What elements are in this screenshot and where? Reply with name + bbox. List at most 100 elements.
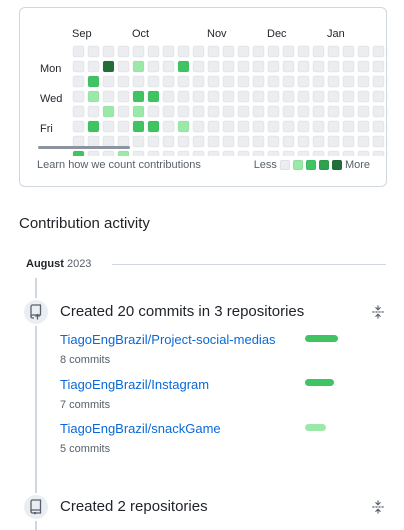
contribution-day-cell[interactable] xyxy=(147,105,160,118)
contribution-day-cell[interactable] xyxy=(102,75,115,88)
contribution-day-cell[interactable] xyxy=(117,60,130,73)
contribution-day-cell[interactable] xyxy=(237,120,250,133)
contribution-day-cell[interactable] xyxy=(342,150,355,156)
contribution-day-cell[interactable] xyxy=(117,150,130,156)
contribution-day-cell[interactable] xyxy=(297,75,310,88)
contribution-day-cell[interactable] xyxy=(282,75,295,88)
contribution-day-cell[interactable] xyxy=(192,120,205,133)
repo-link[interactable]: TiagoEngBrazil/Project-social-medias xyxy=(60,332,276,347)
contribution-day-cell[interactable] xyxy=(102,105,115,118)
contribution-day-cell[interactable] xyxy=(72,45,85,58)
contribution-day-cell[interactable] xyxy=(357,45,370,58)
contribution-day-cell[interactable] xyxy=(327,45,340,58)
contribution-day-cell[interactable] xyxy=(237,105,250,118)
contribution-day-cell[interactable] xyxy=(327,105,340,118)
contribution-day-cell[interactable] xyxy=(177,135,190,148)
contribution-day-cell[interactable] xyxy=(162,135,175,148)
contribution-day-cell[interactable] xyxy=(177,105,190,118)
contribution-day-cell[interactable] xyxy=(297,60,310,73)
contribution-day-cell[interactable] xyxy=(267,105,280,118)
contribution-day-cell[interactable] xyxy=(297,120,310,133)
contribution-day-cell[interactable] xyxy=(237,75,250,88)
contribution-day-cell[interactable] xyxy=(342,105,355,118)
contribution-day-cell[interactable] xyxy=(117,120,130,133)
repo-link[interactable]: TiagoEngBrazil/snackGame xyxy=(60,421,221,436)
contribution-day-cell[interactable] xyxy=(357,150,370,156)
contribution-day-cell[interactable] xyxy=(222,45,235,58)
contribution-day-cell[interactable] xyxy=(372,150,385,156)
contribution-day-cell[interactable] xyxy=(342,45,355,58)
contribution-day-cell[interactable] xyxy=(252,135,265,148)
contribution-day-cell[interactable] xyxy=(222,90,235,103)
contribution-day-cell[interactable] xyxy=(312,60,325,73)
contribution-day-cell[interactable] xyxy=(297,45,310,58)
contribution-day-cell[interactable] xyxy=(282,150,295,156)
contribution-day-cell[interactable] xyxy=(192,75,205,88)
contribution-day-cell[interactable] xyxy=(357,135,370,148)
learn-contributions-link[interactable]: Learn how we count contributions xyxy=(37,159,201,171)
contribution-day-cell[interactable] xyxy=(117,90,130,103)
contribution-day-cell[interactable] xyxy=(252,90,265,103)
contribution-day-cell[interactable] xyxy=(147,90,160,103)
contribution-day-cell[interactable] xyxy=(282,90,295,103)
contribution-day-cell[interactable] xyxy=(72,120,85,133)
contribution-day-cell[interactable] xyxy=(357,105,370,118)
contribution-day-cell[interactable] xyxy=(162,45,175,58)
contribution-day-cell[interactable] xyxy=(297,150,310,156)
contribution-day-cell[interactable] xyxy=(372,45,385,58)
graph-scrollbar[interactable] xyxy=(38,146,130,149)
contribution-day-cell[interactable] xyxy=(147,60,160,73)
contribution-day-cell[interactable] xyxy=(147,150,160,156)
contribution-day-cell[interactable] xyxy=(132,150,145,156)
contribution-day-cell[interactable] xyxy=(207,60,220,73)
contribution-day-cell[interactable] xyxy=(357,120,370,133)
contribution-day-cell[interactable] xyxy=(102,60,115,73)
contribution-day-cell[interactable] xyxy=(132,45,145,58)
contribution-day-cell[interactable] xyxy=(132,120,145,133)
contribution-day-cell[interactable] xyxy=(327,135,340,148)
contribution-day-cell[interactable] xyxy=(312,135,325,148)
contribution-day-cell[interactable] xyxy=(177,60,190,73)
contribution-day-cell[interactable] xyxy=(177,75,190,88)
contribution-day-cell[interactable] xyxy=(207,120,220,133)
contribution-day-cell[interactable] xyxy=(267,120,280,133)
contribution-day-cell[interactable] xyxy=(372,75,385,88)
contribution-day-cell[interactable] xyxy=(132,75,145,88)
contribution-day-cell[interactable] xyxy=(192,105,205,118)
contribution-day-cell[interactable] xyxy=(117,45,130,58)
contribution-day-cell[interactable] xyxy=(327,90,340,103)
contribution-day-cell[interactable] xyxy=(72,150,85,156)
contribution-day-cell[interactable] xyxy=(147,45,160,58)
contribution-day-cell[interactable] xyxy=(177,90,190,103)
contribution-day-cell[interactable] xyxy=(267,75,280,88)
contribution-day-cell[interactable] xyxy=(372,90,385,103)
contribution-day-cell[interactable] xyxy=(327,120,340,133)
contribution-day-cell[interactable] xyxy=(192,60,205,73)
contribution-day-cell[interactable] xyxy=(237,150,250,156)
contribution-day-cell[interactable] xyxy=(162,105,175,118)
contribution-day-cell[interactable] xyxy=(342,60,355,73)
contribution-day-cell[interactable] xyxy=(207,135,220,148)
contribution-day-cell[interactable] xyxy=(207,150,220,156)
contribution-day-cell[interactable] xyxy=(237,135,250,148)
contribution-day-cell[interactable] xyxy=(132,135,145,148)
contribution-day-cell[interactable] xyxy=(327,75,340,88)
contribution-day-cell[interactable] xyxy=(87,90,100,103)
contribution-day-cell[interactable] xyxy=(312,120,325,133)
contribution-day-cell[interactable] xyxy=(297,90,310,103)
contribution-day-cell[interactable] xyxy=(282,60,295,73)
contribution-day-cell[interactable] xyxy=(87,45,100,58)
contribution-day-cell[interactable] xyxy=(192,150,205,156)
contribution-day-cell[interactable] xyxy=(102,150,115,156)
contribution-day-cell[interactable] xyxy=(312,45,325,58)
contribution-day-cell[interactable] xyxy=(312,150,325,156)
contribution-day-cell[interactable] xyxy=(192,45,205,58)
contribution-day-cell[interactable] xyxy=(237,60,250,73)
contribution-day-cell[interactable] xyxy=(117,75,130,88)
contribution-day-cell[interactable] xyxy=(357,75,370,88)
contribution-day-cell[interactable] xyxy=(162,120,175,133)
contribution-day-cell[interactable] xyxy=(267,45,280,58)
contribution-day-cell[interactable] xyxy=(342,90,355,103)
contribution-day-cell[interactable] xyxy=(252,105,265,118)
contribution-day-cell[interactable] xyxy=(357,60,370,73)
